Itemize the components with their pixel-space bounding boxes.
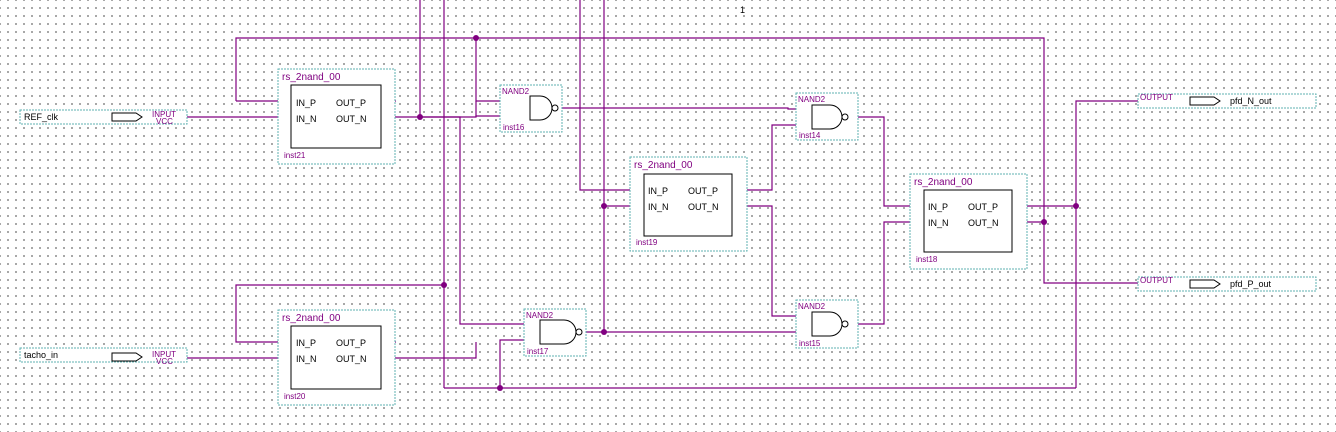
svg-text:OUT_N: OUT_N	[336, 114, 367, 124]
svg-text:inst15: inst15	[799, 339, 821, 348]
svg-text:IN_P: IN_P	[296, 338, 316, 348]
page-number: 1	[740, 5, 745, 15]
output-pin-label: pfd_P_out	[1230, 279, 1272, 289]
svg-text:OUT_N: OUT_N	[968, 218, 999, 228]
svg-text:inst20: inst20	[284, 392, 306, 401]
svg-text:OUT_P: OUT_P	[968, 202, 998, 212]
nand-gate-inst14[interactable]: NAND2 inst14	[795, 92, 859, 141]
input-pin-tacho-in[interactable]: tacho_in INPUT VCC	[19, 347, 188, 366]
svg-text:rs_2nand_00: rs_2nand_00	[282, 313, 341, 324]
svg-text:VCC: VCC	[156, 117, 173, 126]
svg-text:NAND2: NAND2	[502, 87, 530, 96]
input-pin-label: REF_clk	[24, 112, 59, 122]
svg-text:inst19: inst19	[636, 238, 658, 247]
svg-text:OUT_N: OUT_N	[336, 354, 367, 364]
svg-text:OUTPUT: OUTPUT	[1140, 93, 1173, 102]
output-pin-pfd-n-out[interactable]: OUTPUT pfd_N_out	[1137, 93, 1317, 109]
svg-text:OUT_N: OUT_N	[688, 202, 719, 212]
svg-text:OUTPUT: OUTPUT	[1140, 276, 1173, 285]
svg-text:NAND2: NAND2	[526, 311, 554, 320]
rs-block-inst21[interactable]: rs_2nand_00 IN_P IN_N OUT_P OUT_N inst21	[277, 68, 396, 165]
schematic-canvas[interactable]: 1 REF_clk INPUT VCC tacho_in INPUT VCC O…	[0, 0, 1336, 432]
svg-text:inst18: inst18	[916, 255, 938, 264]
svg-text:IN_P: IN_P	[928, 202, 948, 212]
svg-text:OUT_P: OUT_P	[688, 186, 718, 196]
svg-text:IN_P: IN_P	[648, 186, 668, 196]
svg-text:IN_N: IN_N	[296, 114, 317, 124]
input-pin-label: tacho_in	[24, 350, 58, 360]
wire-to-inst14-a	[580, 107, 812, 110]
wire-to-inst17	[420, 116, 540, 325]
svg-text:rs_2nand_00: rs_2nand_00	[634, 160, 693, 171]
svg-text:IN_N: IN_N	[648, 202, 669, 212]
rs-block-inst19[interactable]: rs_2nand_00 IN_P IN_N OUT_P OUT_N inst19	[629, 156, 748, 252]
output-pin-pfd-p-out[interactable]: OUTPUT pfd_P_out	[1137, 276, 1317, 292]
input-pin-ref-clk[interactable]: REF_clk INPUT VCC	[19, 109, 188, 126]
svg-text:OUT_P: OUT_P	[336, 98, 366, 108]
nand-gate-inst15[interactable]: NAND2 inst15	[795, 299, 859, 349]
svg-text:IN_N: IN_N	[928, 218, 949, 228]
svg-text:VCC: VCC	[156, 357, 173, 366]
output-pin-label: pfd_N_out	[1230, 96, 1272, 106]
svg-text:inst17: inst17	[527, 347, 549, 356]
svg-text:NAND2: NAND2	[798, 302, 826, 311]
svg-text:inst16: inst16	[503, 123, 525, 132]
svg-text:OUT_P: OUT_P	[336, 338, 366, 348]
svg-text:inst14: inst14	[799, 131, 821, 140]
svg-text:inst21: inst21	[284, 151, 306, 160]
wire-pfd-n	[1075, 100, 1190, 388]
rs-block-inst20[interactable]: rs_2nand_00 IN_P IN_N OUT_P OUT_N inst20	[277, 309, 396, 406]
rs-block-inst18[interactable]: rs_2nand_00 IN_P IN_N OUT_P OUT_N inst18	[909, 173, 1028, 270]
svg-text:IN_P: IN_P	[296, 98, 316, 108]
svg-text:IN_N: IN_N	[296, 354, 317, 364]
schematic-svg: 1 REF_clk INPUT VCC tacho_in INPUT VCC O…	[19, 0, 1317, 406]
nand-gate-inst16[interactable]: NAND2 inst16	[499, 84, 563, 133]
svg-text:NAND2: NAND2	[798, 95, 826, 104]
svg-text:rs_2nand_00: rs_2nand_00	[282, 72, 341, 83]
wire-inst21-junction	[420, 101, 477, 118]
svg-text:rs_2nand_00: rs_2nand_00	[914, 177, 973, 188]
nand-gate-inst17[interactable]: NAND2 inst17	[523, 308, 587, 357]
